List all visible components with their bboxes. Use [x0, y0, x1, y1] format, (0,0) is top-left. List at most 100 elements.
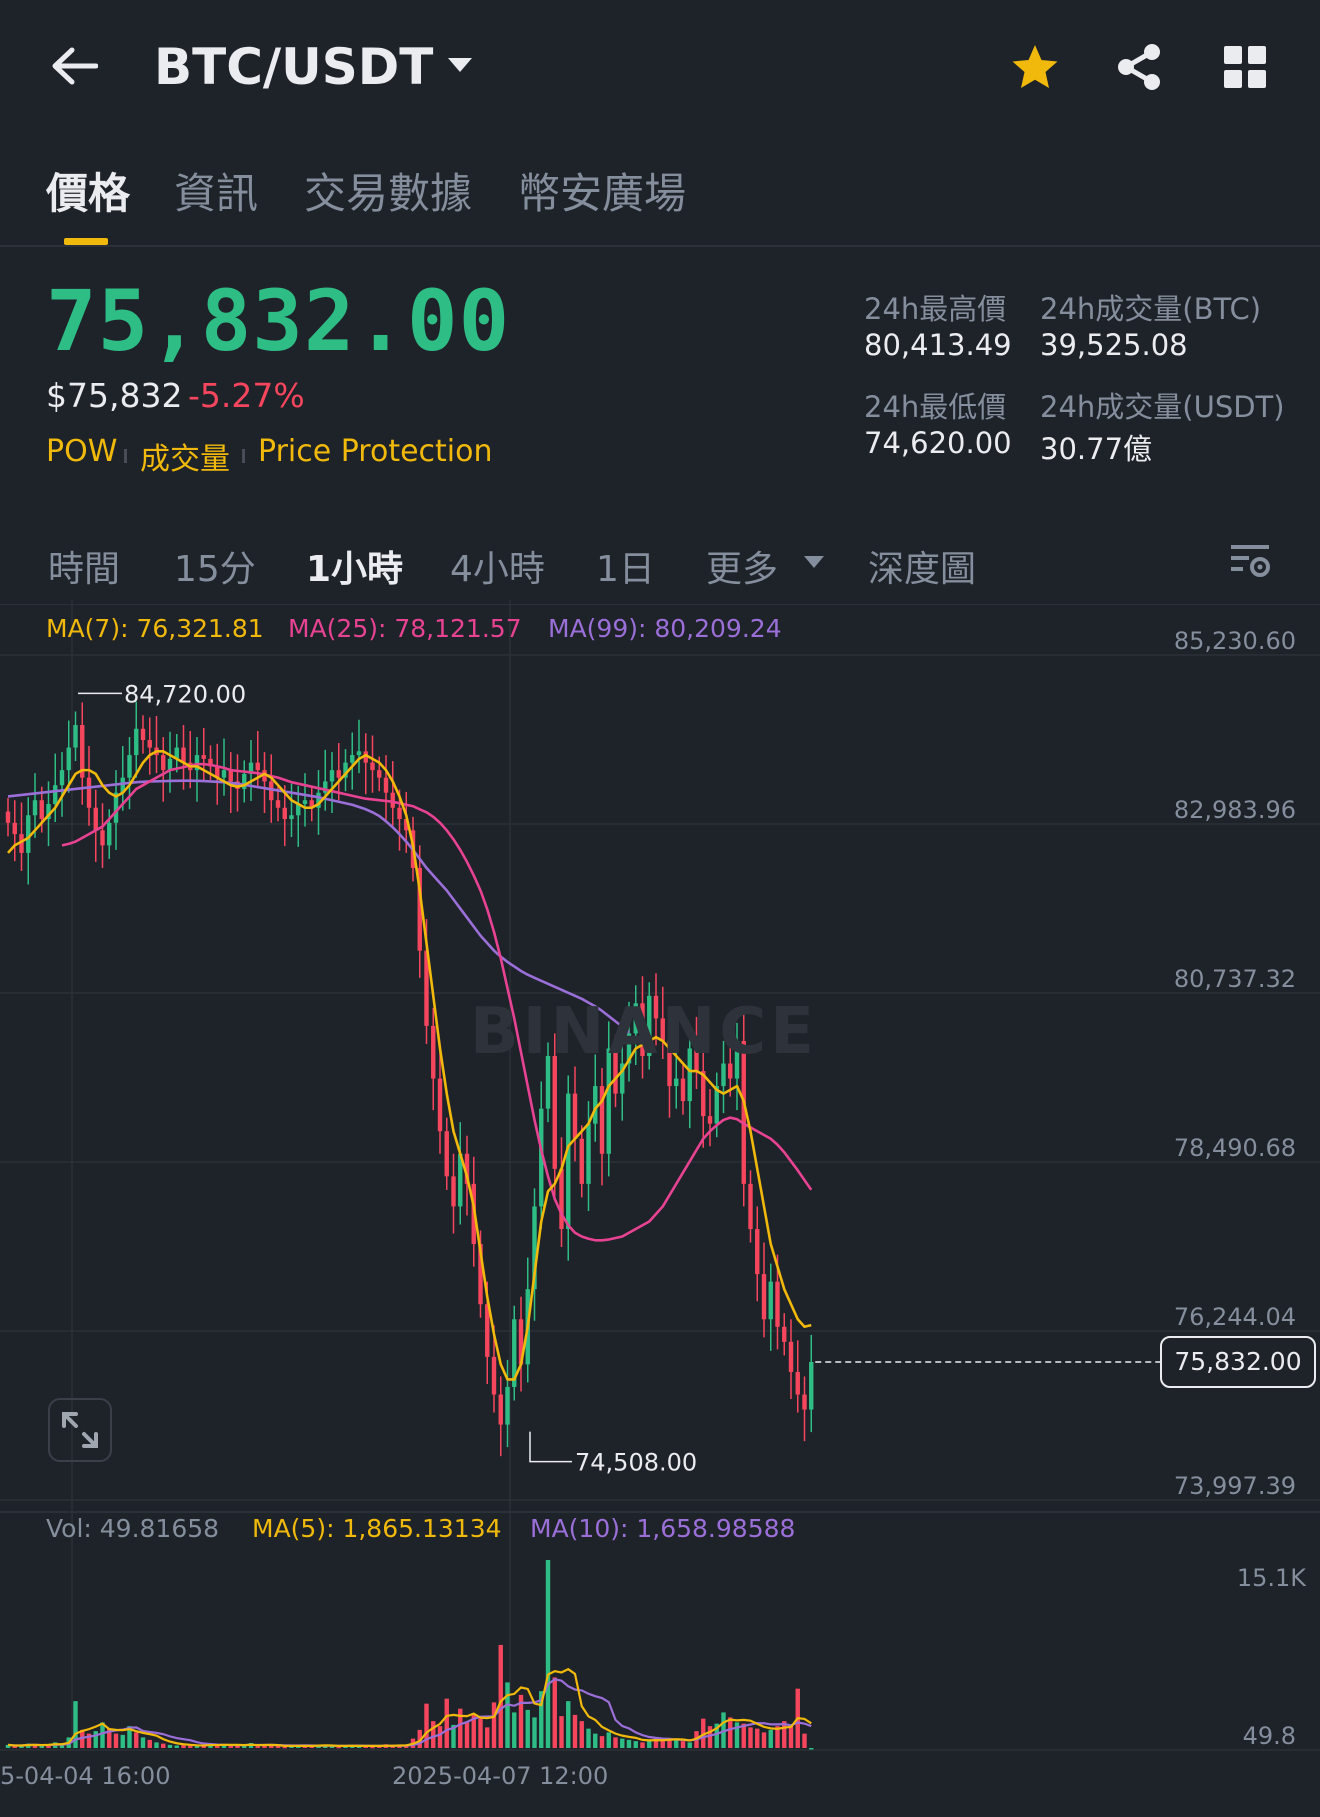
chart-settings-button[interactable] [1226, 540, 1274, 584]
tabs-divider [0, 245, 1320, 247]
interval-4h[interactable]: 4小時 [450, 540, 545, 592]
candle-body [255, 762, 260, 771]
volume-bar [599, 1736, 605, 1748]
volume-bar [161, 1743, 166, 1748]
candle-body [350, 755, 355, 763]
x-axis-label-2: 2025-04-07 12:00 [392, 1762, 609, 1790]
active-tab-indicator [64, 238, 108, 245]
expand-icon [62, 1412, 98, 1448]
candle-body [586, 1123, 591, 1184]
candle-body [498, 1394, 503, 1425]
more-caret[interactable] [800, 550, 828, 574]
back-button[interactable] [44, 36, 104, 96]
volume-bar [552, 1677, 557, 1748]
volume-bar [559, 1716, 564, 1748]
volume-bar [626, 1739, 632, 1748]
volume-bar [802, 1733, 807, 1748]
volume-bar [478, 1718, 483, 1748]
layout-button[interactable] [1218, 40, 1272, 94]
volume-bar [566, 1701, 571, 1748]
pair-dropdown-button[interactable] [440, 50, 480, 80]
interval-15m[interactable]: 15分 [174, 540, 256, 592]
candle-body [431, 1025, 436, 1079]
favorite-button[interactable] [1006, 38, 1064, 96]
candle-body [566, 1093, 571, 1229]
candle-body [5, 811, 11, 823]
volume-bar [134, 1732, 139, 1748]
low-24h-value: 74,620.00 [864, 426, 1012, 460]
binance-watermark: BINANCE [470, 995, 818, 1069]
volume-ma10-legend: MA(10): 1,658.98588 [530, 1514, 796, 1543]
interval-1h[interactable]: 1小時 [306, 540, 403, 592]
volume-bar [640, 1742, 645, 1748]
tab-info[interactable]: 資訊 [174, 160, 258, 221]
low-24h-label: 24h最低價 [864, 390, 1007, 424]
candle-body [161, 755, 166, 771]
high-24h-value: 80,413.49 [864, 328, 1012, 362]
volume-bar [120, 1734, 125, 1748]
vol-btc-24h-label: 24h成交量(BTC) [1040, 292, 1262, 326]
interval-time[interactable]: 時間 [48, 540, 120, 592]
candle-body [59, 770, 65, 786]
candle-body [782, 1326, 787, 1342]
pair-title[interactable]: BTC/USDT [154, 38, 433, 96]
candle-body [552, 1055, 557, 1169]
volume-bar [458, 1708, 463, 1748]
candle-body [53, 785, 58, 804]
tab-price[interactable]: 價格 [46, 160, 130, 221]
volume-bar [674, 1739, 679, 1748]
tag-volume[interactable]: 成交量 [140, 434, 230, 478]
price-chart[interactable]: 84,720.00 74,508.00 85,230.60 82,983.96 80,… [0, 600, 1320, 1800]
volume-bar [755, 1728, 760, 1748]
y-axis-tick-label: 80,737.32 [1174, 965, 1296, 993]
candle-body [802, 1394, 807, 1410]
candle-body [377, 770, 382, 778]
candle-body [444, 1131, 449, 1177]
candle-body [32, 800, 38, 816]
candle-body [579, 1138, 584, 1184]
interval-more[interactable]: 更多 [706, 540, 778, 592]
candle-body [134, 728, 139, 756]
y-axis-tick-label: 82,983.96 [1174, 796, 1296, 824]
volume-bar [228, 1746, 233, 1748]
volume-bar [174, 1745, 179, 1748]
tag-price-protection[interactable]: Price Protection [258, 434, 493, 469]
vol-usdt-24h-label: 24h成交量(USDT) [1040, 390, 1285, 424]
dropdown-caret-icon [448, 58, 472, 72]
back-arrow-icon [52, 47, 98, 85]
last-price: 75,832.00 [46, 272, 511, 370]
y-axis-tick-label: 78,490.68 [1174, 1134, 1296, 1162]
volume-bar [167, 1744, 173, 1748]
candle-body [26, 815, 31, 853]
volume-bar [606, 1732, 611, 1748]
candle-body [329, 770, 335, 782]
candle-body [748, 1183, 753, 1229]
volume-ma5-legend: MA(5): 1,865.13134 [252, 1514, 502, 1543]
low-marker-label: 74,508.00 [575, 1449, 697, 1477]
interval-depth-chart[interactable]: 深度圖 [868, 540, 976, 592]
candle-body [86, 777, 92, 808]
share-button[interactable] [1110, 38, 1168, 96]
candle-body [809, 1361, 814, 1410]
tag-pow[interactable]: POW [46, 434, 117, 469]
volume-bar [113, 1733, 119, 1748]
candle-body [336, 770, 341, 778]
candle-body [559, 1168, 564, 1229]
ma7-legend: MA(7): 76,321.81 [46, 614, 264, 643]
tab-binance-square[interactable]: 幣安廣場 [518, 160, 686, 221]
candle-body [100, 830, 105, 846]
interval-1d[interactable]: 1日 [596, 540, 655, 592]
volume-bar [498, 1644, 503, 1748]
fullscreen-button[interactable] [48, 1398, 112, 1462]
volume-bar [660, 1740, 665, 1748]
volume-bar [728, 1717, 733, 1748]
current-price-label: 75,832.00 [1160, 1335, 1316, 1388]
candle-body [437, 1078, 443, 1132]
candle-body [140, 728, 146, 741]
dropdown-caret-icon [804, 556, 824, 568]
tab-trading-data[interactable]: 交易數據 [304, 160, 472, 221]
grid-icon [1224, 46, 1266, 88]
volume-axis-min-label: 49.8 [1243, 1722, 1296, 1750]
candle-body [761, 1274, 767, 1320]
ma99-legend: MA(99): 80,209.24 [548, 614, 782, 643]
